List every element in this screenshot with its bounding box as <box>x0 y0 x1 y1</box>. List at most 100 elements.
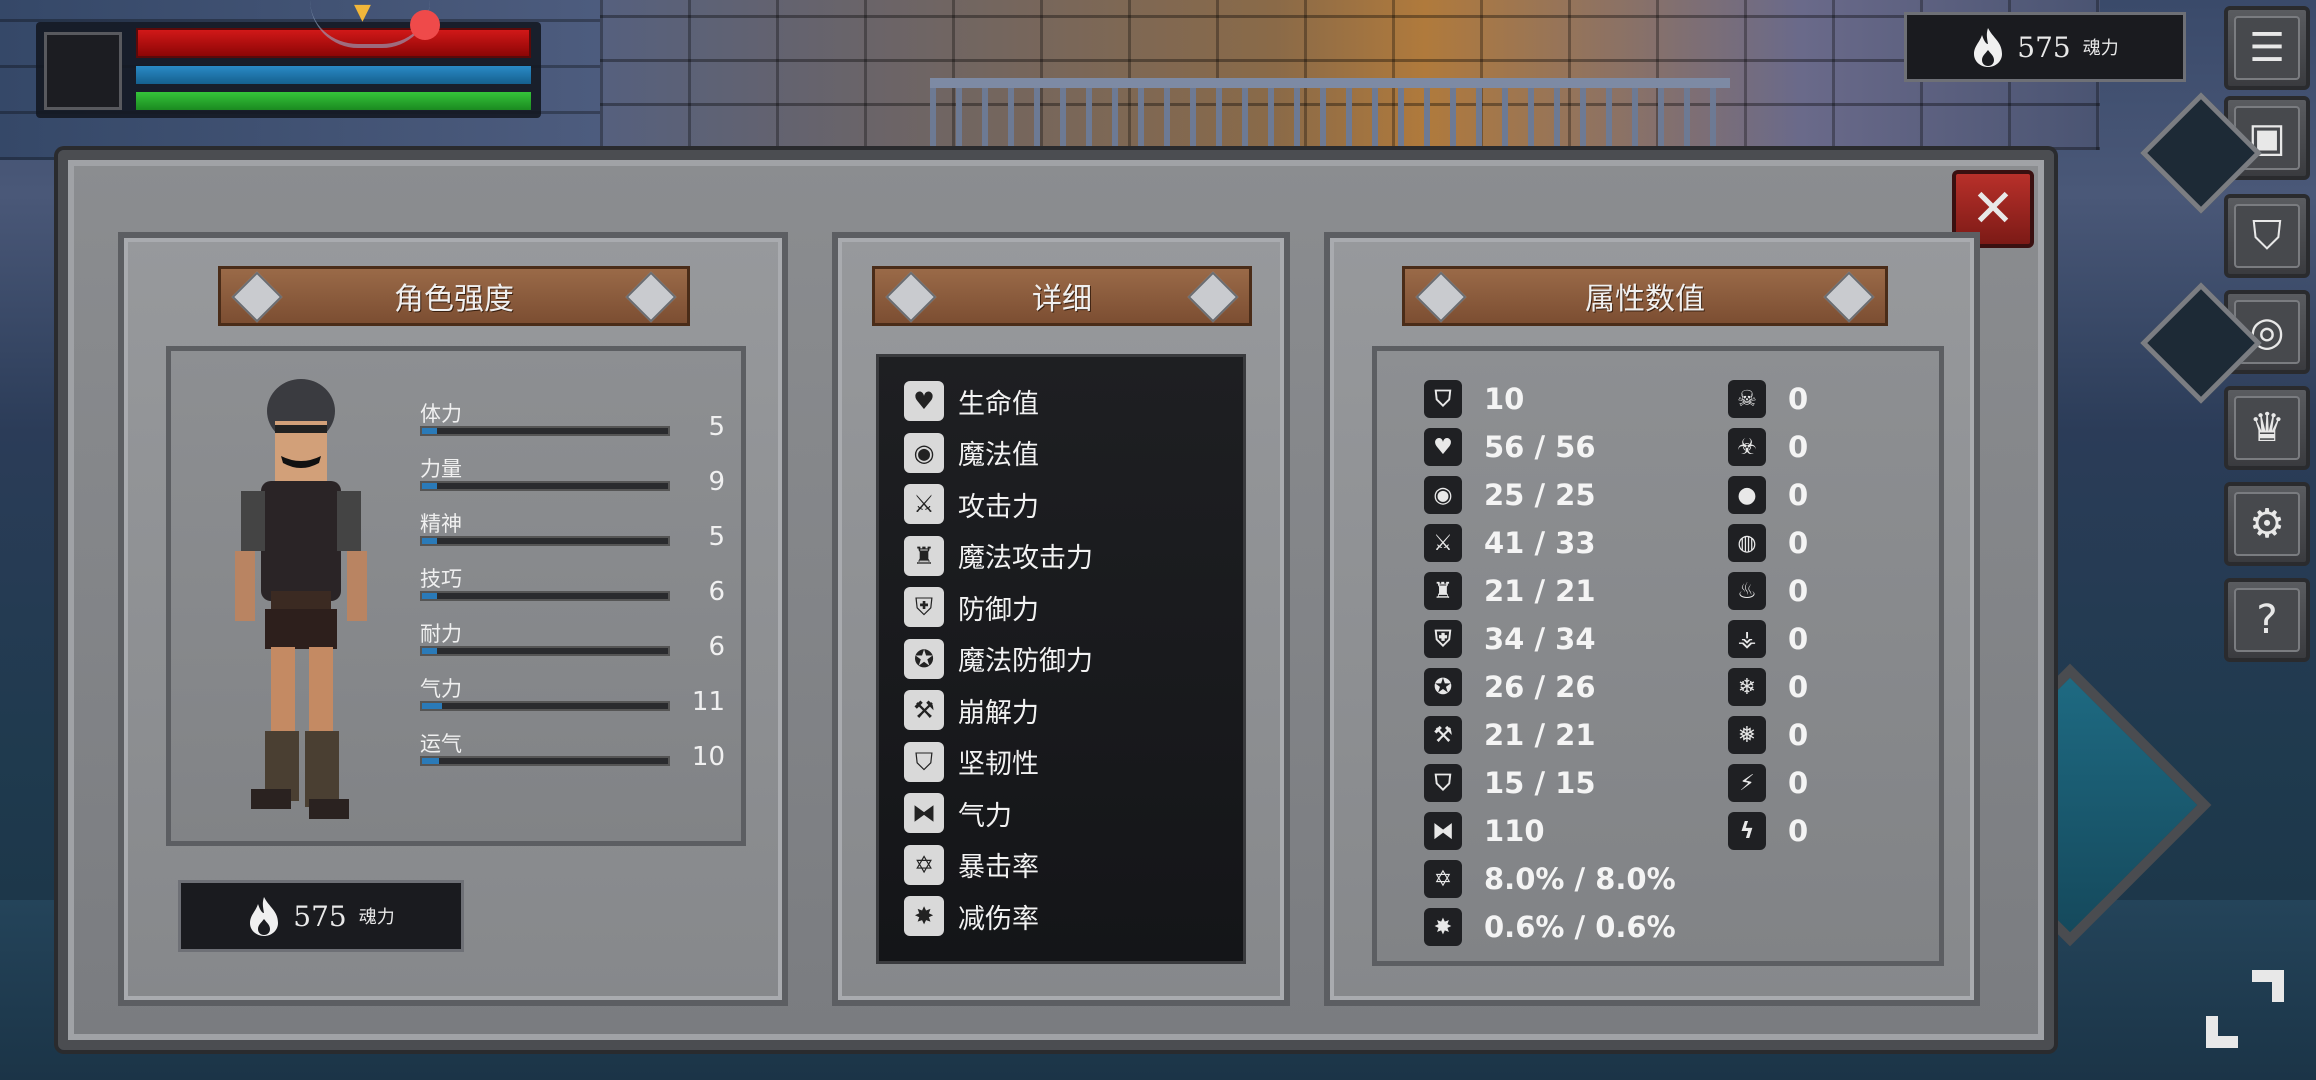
helmet-icon: ⛉ <box>1424 764 1462 802</box>
shield-icon: ⛨ <box>1424 620 1462 658</box>
player-portrait[interactable] <box>44 32 122 110</box>
stat-bar <box>420 426 670 436</box>
detail-item: ✸ 减伤率 <box>904 893 1039 939</box>
magic-attack-icon: ♜ <box>1424 572 1462 610</box>
soul-unit-label: 魂力 <box>358 907 395 928</box>
equipment-button[interactable]: ⛉ <box>2224 194 2310 278</box>
close-icon: ✕ <box>1971 179 2015 239</box>
stat-bar-fill <box>422 483 437 489</box>
detail-label: 暴击率 <box>958 852 1039 883</box>
stat-value: 9 <box>708 467 725 497</box>
lungs-icon: ⧓ <box>904 793 944 833</box>
stat-value: 6 <box>708 632 725 662</box>
detail-item: ⚔ 攻击力 <box>904 481 1039 527</box>
resistance-value: 0 <box>1788 766 1809 800</box>
stat-name: 耐力 <box>420 622 462 646</box>
stat-bar-fill <box>422 428 437 434</box>
detail-item: ⧓ 气力 <box>904 790 1012 836</box>
resistance-row: ϟ0 <box>1728 812 1808 850</box>
stat-name: 体力 <box>420 402 462 426</box>
shield-icon: ⛨ <box>904 587 944 627</box>
stat-bar-fill <box>422 538 437 544</box>
detail-label: 减伤率 <box>958 903 1039 935</box>
detail-label: 魔法值 <box>958 440 1039 471</box>
sword-icon: ⚔ <box>1424 524 1462 562</box>
resistance-row: ☠ 0 <box>1728 380 1808 418</box>
stamina-bar <box>136 92 531 110</box>
resistance-value: 0 <box>1788 526 1809 560</box>
help-icon: ? <box>2234 588 2300 652</box>
detail-label: 攻击力 <box>958 491 1039 523</box>
attribute-value: 8.0% / 8.0% <box>1484 862 1676 896</box>
resistance-value: 0 <box>1788 622 1809 656</box>
settings-button[interactable]: ⚙ <box>2224 482 2310 566</box>
resize-corner-icon-2[interactable] <box>2202 1012 2242 1052</box>
detail-label: 气力 <box>958 800 1012 832</box>
resistance-value: 0 <box>1788 670 1809 704</box>
lightning-resist-icon: ϟ <box>1728 812 1766 850</box>
help-button[interactable]: ? <box>2224 578 2310 662</box>
resize-corner-icon[interactable] <box>2248 966 2288 1006</box>
attribute-value: 26 / 26 <box>1484 670 1596 704</box>
resistance-value: 0 <box>1788 430 1809 464</box>
plank-stud <box>885 271 937 323</box>
attribute-row: ✪ 26 / 26 <box>1424 668 1596 706</box>
magic-shield-icon: ✪ <box>1424 668 1462 706</box>
resistance-row: ● 0 <box>1728 476 1808 514</box>
stat-bar-fill <box>422 648 437 654</box>
heart-icon: ♥ <box>904 381 944 421</box>
detail-label: 崩解力 <box>958 697 1039 729</box>
compass-target-marker <box>410 10 440 40</box>
hammer-icon: ⚒ <box>1424 716 1462 754</box>
resistance-row: ☣ 0 <box>1728 428 1808 466</box>
detail-label: 魔法攻击力 <box>958 543 1093 574</box>
details-header: 详细 <box>872 266 1252 326</box>
detail-label: 生命值 <box>958 388 1039 420</box>
detail-item: ♥ 生命值 <box>904 378 1039 424</box>
character-model <box>235 379 367 819</box>
hammer-icon: ⚒ <box>904 690 944 730</box>
detail-item: ⛉ 坚韧性 <box>904 739 1039 785</box>
character-strength-title: 角色强度 <box>394 282 514 317</box>
helmet-icon: ⛉ <box>2234 204 2300 268</box>
resistance-row: ♨ 0 <box>1728 572 1808 610</box>
rank-button[interactable]: ♛ <box>2224 386 2310 470</box>
player-status-hud <box>36 22 541 118</box>
stat-bar <box>420 701 670 711</box>
stat-name: 气力 <box>420 677 462 701</box>
mana-bar <box>136 66 531 84</box>
attribute-row: ♥ 56 / 56 <box>1424 428 1596 466</box>
attribute-values-header: 属性数值 <box>1402 266 1888 326</box>
menu-button[interactable]: ☰ <box>2224 6 2310 90</box>
detail-item: ✡ 暴击率 <box>904 842 1039 888</box>
attribute-row: ✸ 0.6% / 0.6% <box>1424 908 1676 946</box>
stat-bar <box>420 481 670 491</box>
attribute-row: ⛨ 34 / 34 <box>1424 620 1596 658</box>
plank-stud <box>1187 271 1239 323</box>
soul-unit-label: 魂力 <box>2082 38 2119 59</box>
detail-item: ◉ 魔法值 <box>904 430 1039 476</box>
water-drop-icon: ● <box>1728 476 1766 514</box>
fire-icon: ♨ <box>1728 572 1766 610</box>
detail-label: 防御力 <box>958 594 1039 626</box>
stat-row: 耐力 6 <box>420 618 725 664</box>
helmet-icon: ⛉ <box>1424 380 1462 418</box>
soul-amount: 575 <box>2017 30 2071 64</box>
detail-item: ⚒ 崩解力 <box>904 687 1039 733</box>
badge-icon: ✸ <box>904 896 944 936</box>
attribute-value: 21 / 21 <box>1484 574 1596 608</box>
stat-row: 运气 10 <box>420 728 725 774</box>
stat-row: 力量 9 <box>420 453 725 499</box>
soul-currency-display: 575 魂力 <box>1904 12 2186 82</box>
stat-bar <box>420 536 670 546</box>
compass-arrow-icon: ▼ <box>354 0 371 25</box>
detail-label: 坚韧性 <box>958 749 1039 780</box>
attribute-row: ⧓ 110 <box>1424 812 1545 850</box>
resistance-row: ⚶ 0 <box>1728 620 1808 658</box>
plank-stud <box>1823 271 1875 323</box>
resistance-row: ⚡ 0 <box>1728 764 1808 802</box>
attribute-row: ⚔ 41 / 33 <box>1424 524 1596 562</box>
attribute-row: ♜ 21 / 21 <box>1424 572 1596 610</box>
star-burst-icon: ✡ <box>904 844 944 885</box>
attribute-value: 110 <box>1484 814 1545 848</box>
